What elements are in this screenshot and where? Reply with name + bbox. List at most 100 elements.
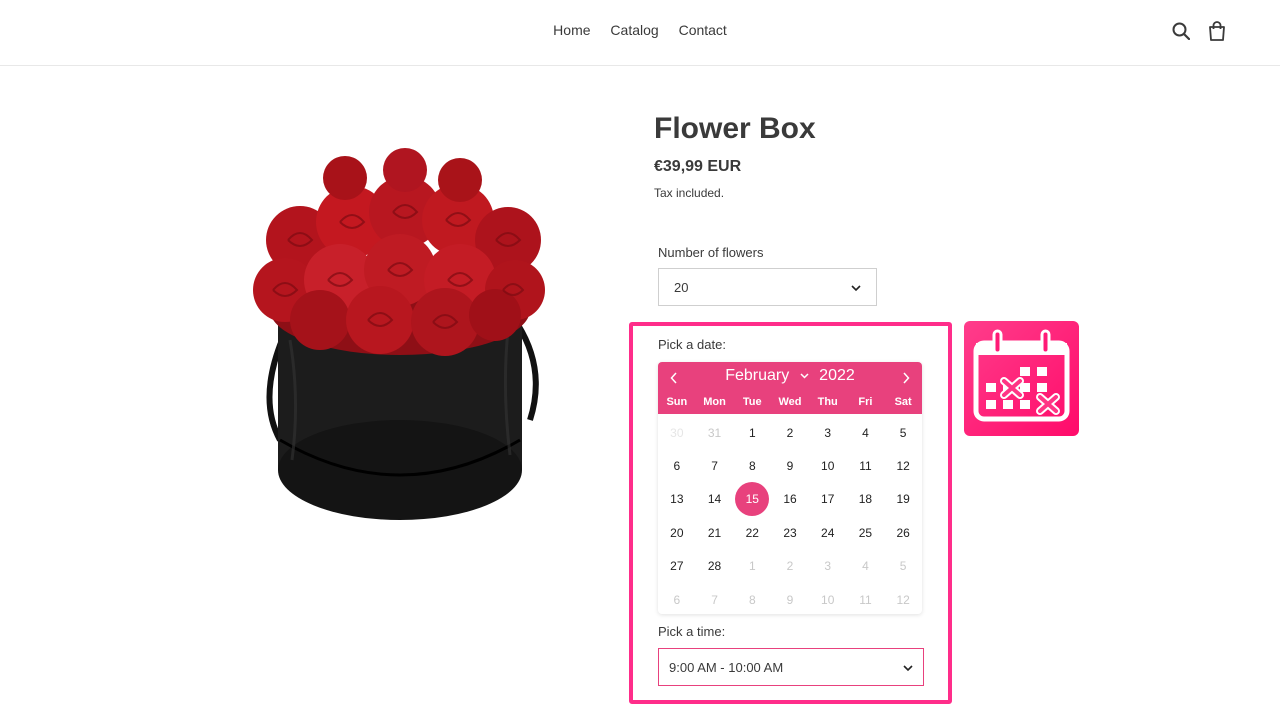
calendar-day[interactable]: 11 bbox=[847, 449, 885, 482]
calendar-day[interactable]: 24 bbox=[809, 516, 847, 549]
nav-catalog-link[interactable]: Catalog bbox=[610, 22, 658, 38]
calendar-day-number: 3 bbox=[824, 425, 832, 440]
chevron-down-icon bbox=[851, 280, 861, 295]
calendar-day[interactable]: 5 bbox=[884, 550, 922, 583]
calendar-day[interactable]: 9 bbox=[771, 449, 809, 482]
date-picker-calendar: February 2022 Sun Mon Tue Wed Thu Fri Sa… bbox=[658, 362, 922, 614]
cart-icon[interactable] bbox=[1206, 20, 1228, 42]
calendar-day[interactable]: 19 bbox=[884, 483, 922, 516]
weekday-label: Thu bbox=[817, 396, 838, 408]
calendar-day-number: 16 bbox=[783, 492, 797, 507]
calendar-month-year: February 2022 bbox=[658, 367, 922, 385]
calendar-day[interactable]: 22 bbox=[733, 516, 771, 549]
calendar-day[interactable]: 2 bbox=[771, 550, 809, 583]
calendar-day-number: 4 bbox=[862, 559, 869, 574]
calendar-day-number: 21 bbox=[707, 525, 722, 540]
calendar-day[interactable]: 7 bbox=[696, 449, 734, 482]
calendar-day[interactable]: 6 bbox=[658, 583, 696, 614]
calendar-day-number: 20 bbox=[670, 525, 684, 540]
calendar-day[interactable]: 11 bbox=[847, 583, 885, 614]
calendar-day-number: 19 bbox=[896, 492, 910, 507]
product-title: Flower Box bbox=[654, 112, 816, 145]
calendar-day-number: 31 bbox=[707, 425, 722, 440]
calendar-day-number: 5 bbox=[899, 425, 907, 440]
calendar-day-number: 14 bbox=[707, 492, 722, 507]
calendar-day[interactable]: 27 bbox=[658, 550, 696, 583]
calendar-day[interactable]: 13 bbox=[658, 483, 696, 516]
calendar-day[interactable]: 16 bbox=[771, 483, 809, 516]
calendar-day[interactable]: 4 bbox=[847, 550, 885, 583]
calendar-day[interactable]: 25 bbox=[847, 516, 885, 549]
calendar-day-number: 17 bbox=[821, 492, 835, 507]
calendar-day[interactable]: 31 bbox=[696, 416, 734, 449]
calendar-day[interactable]: 3 bbox=[809, 416, 847, 449]
calendar-day[interactable]: 4 bbox=[847, 416, 885, 449]
nav-home-link[interactable]: Home bbox=[553, 22, 590, 38]
calendar-day-number: 7 bbox=[711, 592, 718, 607]
product-image bbox=[240, 140, 560, 540]
calendar-day[interactable]: 1 bbox=[733, 416, 771, 449]
calendar-day-grid: 30 31 1 2 3 4 5 6 7 8 9 10 11 12 13 14 15 16 17 18 19 20 21 22 2… bbox=[658, 416, 922, 614]
nav-contact-link[interactable]: Contact bbox=[679, 22, 727, 38]
calendar-day[interactable]: 20 bbox=[658, 516, 696, 549]
search-icon[interactable] bbox=[1170, 20, 1192, 42]
calendar-day-number: 18 bbox=[858, 492, 873, 507]
calendar-day-number: 23 bbox=[783, 525, 797, 540]
calendar-day-number: 11 bbox=[859, 459, 872, 474]
calendar-day-number: 22 bbox=[745, 525, 759, 540]
calendar-day-number: 7 bbox=[711, 459, 718, 474]
calendar-day[interactable]: 5 bbox=[884, 416, 922, 449]
calendar-header: February 2022 Sun Mon Tue Wed Thu Fri Sa… bbox=[658, 362, 922, 414]
calendar-day[interactable]: 6 bbox=[658, 449, 696, 482]
calendar-day[interactable]: 9 bbox=[771, 583, 809, 614]
flowers-label: Number of flowers bbox=[658, 245, 764, 260]
flowers-select-value: 20 bbox=[674, 279, 689, 295]
calendar-day[interactable]: 7 bbox=[696, 583, 734, 614]
calendar-day-number: 9 bbox=[786, 592, 794, 607]
calendar-day[interactable]: 12 bbox=[884, 449, 922, 482]
month-chevron-down-icon[interactable] bbox=[800, 371, 809, 382]
calendar-day-number: 6 bbox=[673, 592, 681, 607]
calendar-day[interactable]: 23 bbox=[771, 516, 809, 549]
weekday-label: Wed bbox=[778, 396, 802, 408]
calendar-day-selected[interactable]: 15 bbox=[733, 482, 771, 517]
calendar-day-number: 13 bbox=[670, 492, 684, 507]
calendar-weekdays: Sun Mon Tue Wed Thu Fri Sat bbox=[658, 396, 922, 408]
calendar-day-number: 5 bbox=[899, 559, 907, 574]
calendar-day-number: 2 bbox=[786, 425, 794, 440]
calendar-day[interactable]: 3 bbox=[809, 550, 847, 583]
calendar-day[interactable]: 28 bbox=[696, 550, 734, 583]
date-label: Pick a date: bbox=[658, 337, 726, 352]
calendar-day[interactable]: 8 bbox=[733, 449, 771, 482]
calendar-day[interactable]: 18 bbox=[847, 483, 885, 516]
time-select[interactable]: 9:00 AM - 10:00 AM bbox=[658, 648, 924, 686]
calendar-day-number: 1 bbox=[748, 425, 756, 440]
calendar-day[interactable]: 10 bbox=[809, 583, 847, 614]
calendar-day[interactable]: 26 bbox=[884, 516, 922, 549]
calendar-day[interactable]: 21 bbox=[696, 516, 734, 549]
calendar-day[interactable]: 8 bbox=[733, 583, 771, 614]
weekday-label: Sun bbox=[666, 396, 688, 408]
flowers-select[interactable]: 20 bbox=[658, 268, 877, 306]
calendar-day-number: 1 bbox=[748, 559, 756, 574]
next-month-icon[interactable] bbox=[896, 368, 916, 388]
calendar-day[interactable]: 10 bbox=[809, 449, 847, 482]
calendar-month-select[interactable]: February bbox=[725, 367, 789, 385]
calendar-day-number: 27 bbox=[670, 559, 684, 574]
calendar-day-number: 2 bbox=[786, 559, 794, 574]
time-label: Pick a time: bbox=[658, 624, 726, 639]
calendar-day[interactable]: 17 bbox=[809, 483, 847, 516]
calendar-day-number: 8 bbox=[748, 592, 756, 607]
calendar-day-number: 8 bbox=[748, 459, 756, 474]
calendar-year-input[interactable]: 2022 bbox=[819, 367, 855, 385]
calendar-day-number: 9 bbox=[786, 459, 794, 474]
calendar-day[interactable]: 2 bbox=[771, 416, 809, 449]
calendar-day-number: 25 bbox=[858, 525, 873, 540]
header-icons bbox=[1170, 20, 1228, 42]
calendar-day[interactable]: 12 bbox=[884, 583, 922, 614]
calendar-day[interactable]: 14 bbox=[696, 483, 734, 516]
weekday-label: Mon bbox=[703, 396, 726, 408]
calendar-day[interactable]: 1 bbox=[733, 550, 771, 583]
calendar-day[interactable]: 30 bbox=[658, 416, 696, 449]
product-price: €39,99 EUR bbox=[654, 158, 742, 175]
